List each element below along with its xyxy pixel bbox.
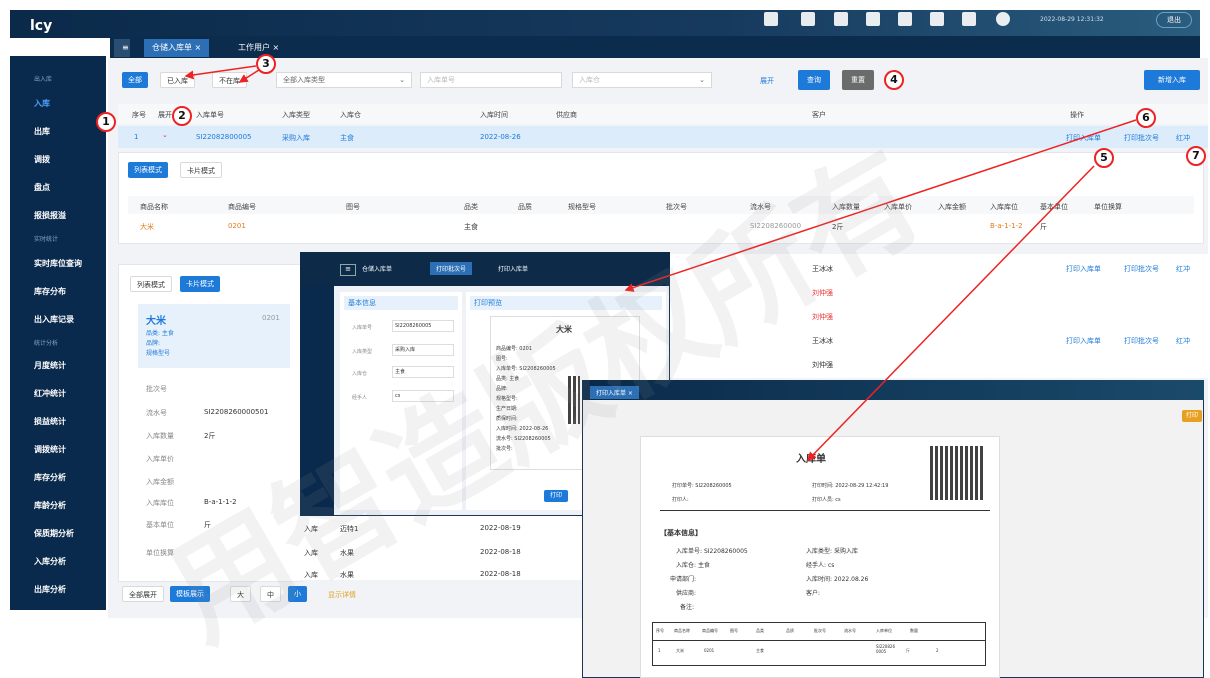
marker-3: 3	[256, 54, 276, 74]
marker-4: 4	[884, 70, 904, 90]
marker-5: 5	[1094, 148, 1114, 168]
marker-1: 1	[96, 112, 116, 132]
arrow-line	[184, 65, 257, 80]
arrow-line	[624, 119, 1137, 292]
annotation-arrows	[184, 65, 1137, 462]
arrow-line	[806, 165, 1095, 462]
marker-6: 6	[1136, 108, 1156, 128]
marker-2: 2	[172, 106, 192, 126]
marker-7: 7	[1186, 146, 1206, 166]
